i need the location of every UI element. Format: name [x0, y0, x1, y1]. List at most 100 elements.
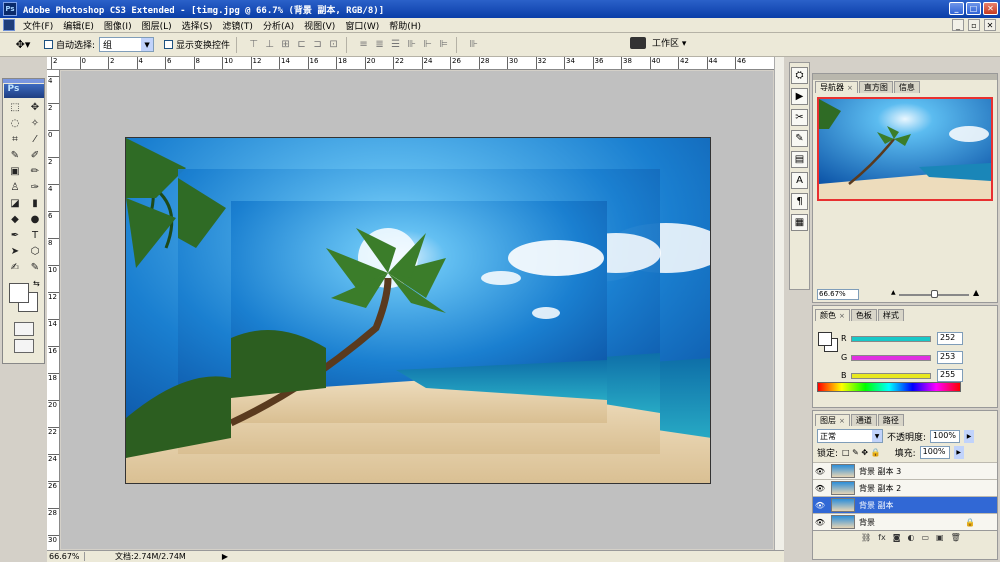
notes-tool-icon[interactable]: ➤	[6, 244, 24, 259]
auto-align-icon[interactable]: ⊪	[467, 39, 480, 50]
blur-tool-icon[interactable]: ◪	[6, 196, 24, 211]
character-icon[interactable]: A	[791, 172, 808, 189]
close-icon[interactable]: ×	[847, 84, 853, 92]
tool-presets-icon[interactable]: ✂	[791, 109, 808, 126]
color-panel-foreground[interactable]	[818, 332, 832, 346]
opacity-input[interactable]: 100%	[930, 429, 961, 443]
tab-swatches[interactable]: 色板	[850, 309, 877, 321]
blue-slider[interactable]	[851, 372, 931, 379]
crop-tool-icon[interactable]: ⌗	[6, 132, 24, 147]
shape-tool-icon[interactable]: T	[26, 228, 44, 243]
align-right-icon[interactable]: ⊡	[327, 39, 340, 50]
toolbox-header[interactable]	[3, 79, 44, 83]
tab-styles[interactable]: 样式	[877, 309, 904, 321]
move-tool-icon[interactable]: ✥▾	[8, 36, 38, 54]
horizontal-ruler[interactable]: 2 0 2 4 6 8 10 12 14 16 18 20 22 24 26 28 30 32 34 36 38 40 42…	[47, 57, 774, 70]
blend-mode-dropdown[interactable]: 正常 ▼	[817, 429, 883, 443]
layer-row-selected[interactable]: 👁 背景 副本	[813, 496, 997, 513]
adjustment-layer-icon[interactable]: ◐	[907, 533, 914, 542]
history-brush-tool-icon[interactable]: ✏	[26, 164, 44, 179]
move-tool-icon[interactable]: ✥	[26, 100, 44, 115]
brush-tool-icon[interactable]: ✐	[26, 148, 44, 163]
slice-tool-icon[interactable]: ⁄	[26, 132, 44, 147]
tab-channels[interactable]: 通道	[850, 414, 877, 426]
type-tool-icon[interactable]: ●	[26, 212, 44, 227]
paragraph-icon[interactable]: ¶	[791, 193, 808, 210]
zoom-slider-knob[interactable]	[931, 290, 938, 298]
menu-analysis[interactable]: 分析(A)	[258, 19, 299, 32]
menu-help[interactable]: 帮助(H)	[384, 19, 426, 32]
tab-layers[interactable]: 图层 ×	[815, 414, 850, 426]
distribute-vcenter-icon[interactable]: ≣	[373, 39, 386, 50]
minimize-button[interactable]: _	[949, 2, 964, 15]
eye-icon[interactable]: 👁	[813, 484, 827, 493]
gradient-tool-icon[interactable]: ✑	[26, 180, 44, 195]
lasso-tool-icon[interactable]: ◌	[6, 116, 24, 131]
menu-file[interactable]: 文件(F)	[18, 19, 58, 32]
zoom-level[interactable]: 66.67%	[47, 552, 85, 561]
menu-filter[interactable]: 滤镜(T)	[217, 19, 258, 32]
distribute-hcenter-icon[interactable]: ⊩	[421, 39, 434, 50]
menu-layer[interactable]: 图层(L)	[137, 19, 177, 32]
clone-source-icon[interactable]: ▤	[791, 151, 808, 168]
show-transform-box[interactable]	[164, 40, 174, 49]
dodge-tool-icon[interactable]: ▮	[26, 196, 44, 211]
close-icon[interactable]: ×	[839, 312, 845, 320]
chevron-down-icon[interactable]: ▼	[872, 430, 882, 442]
layer-mask-icon[interactable]: ◙	[893, 533, 901, 542]
distribute-right-icon[interactable]: ⊫	[437, 39, 450, 50]
brushes-icon[interactable]: ✎	[791, 130, 808, 147]
healing-brush-tool-icon[interactable]: ✎	[6, 148, 24, 163]
hand-tool-icon[interactable]: ✍	[6, 260, 24, 275]
green-value-input[interactable]: 253	[937, 351, 963, 364]
menu-view[interactable]: 视图(V)	[299, 19, 340, 32]
foreground-color[interactable]	[9, 283, 29, 303]
close-icon[interactable]: ×	[839, 417, 845, 425]
eyedropper-tool-icon[interactable]: ⬡	[26, 244, 44, 259]
navigator-thumbnail[interactable]	[817, 97, 993, 201]
distribute-bottom-icon[interactable]: ☰	[389, 39, 402, 50]
camera-icon[interactable]	[630, 36, 646, 49]
lock-icons[interactable]: □ ✎ ✥ 🔒	[842, 448, 881, 457]
blue-value-input[interactable]: 255	[937, 369, 963, 382]
layer-style-icon[interactable]: fx	[878, 533, 886, 542]
clone-stamp-tool-icon[interactable]: ▣	[6, 164, 24, 179]
navigator-zoom-input[interactable]: 66.67%	[817, 289, 859, 300]
vertical-scrollbar[interactable]	[774, 57, 784, 550]
workspace-label[interactable]: 工作区 ▾	[652, 36, 686, 49]
new-layer-icon[interactable]: ▣	[936, 533, 944, 542]
color-spectrum[interactable]	[817, 382, 961, 392]
tab-paths[interactable]: 路径	[877, 414, 904, 426]
workspace-menu[interactable]: 工作区 ▾	[630, 36, 686, 49]
magic-wand-tool-icon[interactable]: ✧	[26, 116, 44, 131]
document-image[interactable]	[125, 137, 711, 484]
align-bottom-icon[interactable]: ⊞	[279, 39, 292, 50]
layer-row[interactable]: 👁 背景 🔒	[813, 513, 997, 530]
tab-color[interactable]: 颜色 ×	[815, 309, 850, 321]
layer-row[interactable]: 👁 背景 副本 3	[813, 462, 997, 479]
show-transform-checkbox[interactable]: 显示变换控件	[164, 38, 230, 51]
link-layers-icon[interactable]: ⛓	[861, 533, 871, 542]
close-button[interactable]: ✕	[983, 2, 998, 15]
green-slider[interactable]	[851, 354, 931, 361]
align-left-icon[interactable]: ⊏	[295, 39, 308, 50]
actions-icon[interactable]: ▶	[791, 88, 808, 105]
align-hcenter-icon[interactable]: ⊐	[311, 39, 324, 50]
auto-select-box[interactable]	[44, 40, 53, 49]
eraser-tool-icon[interactable]: ♙	[6, 180, 24, 195]
maximize-button[interactable]: □	[966, 2, 981, 15]
vertical-ruler[interactable]: 4 2 0 2 4 6 8 10 12 14 16 18 20 22 24 26 28 30	[47, 70, 60, 550]
status-menu-arrow-icon[interactable]: ▶	[222, 552, 228, 561]
new-group-icon[interactable]: ▭	[921, 533, 929, 542]
menu-edit[interactable]: 编辑(E)	[58, 19, 99, 32]
zoom-out-icon[interactable]: ▲	[891, 289, 896, 296]
trash-icon[interactable]: 🗑	[951, 533, 961, 542]
fill-arrow-icon[interactable]: ▶	[953, 446, 964, 459]
quick-mask-button[interactable]	[13, 322, 34, 336]
red-slider[interactable]	[851, 335, 931, 342]
auto-select-dropdown[interactable]: 组 ▼	[99, 37, 155, 52]
tab-navigator[interactable]: 导航器 ×	[815, 81, 858, 93]
distribute-top-icon[interactable]: ≡	[357, 39, 370, 50]
history-icon[interactable]: ⛭	[791, 67, 808, 84]
layer-row[interactable]: 👁 背景 副本 2	[813, 479, 997, 496]
